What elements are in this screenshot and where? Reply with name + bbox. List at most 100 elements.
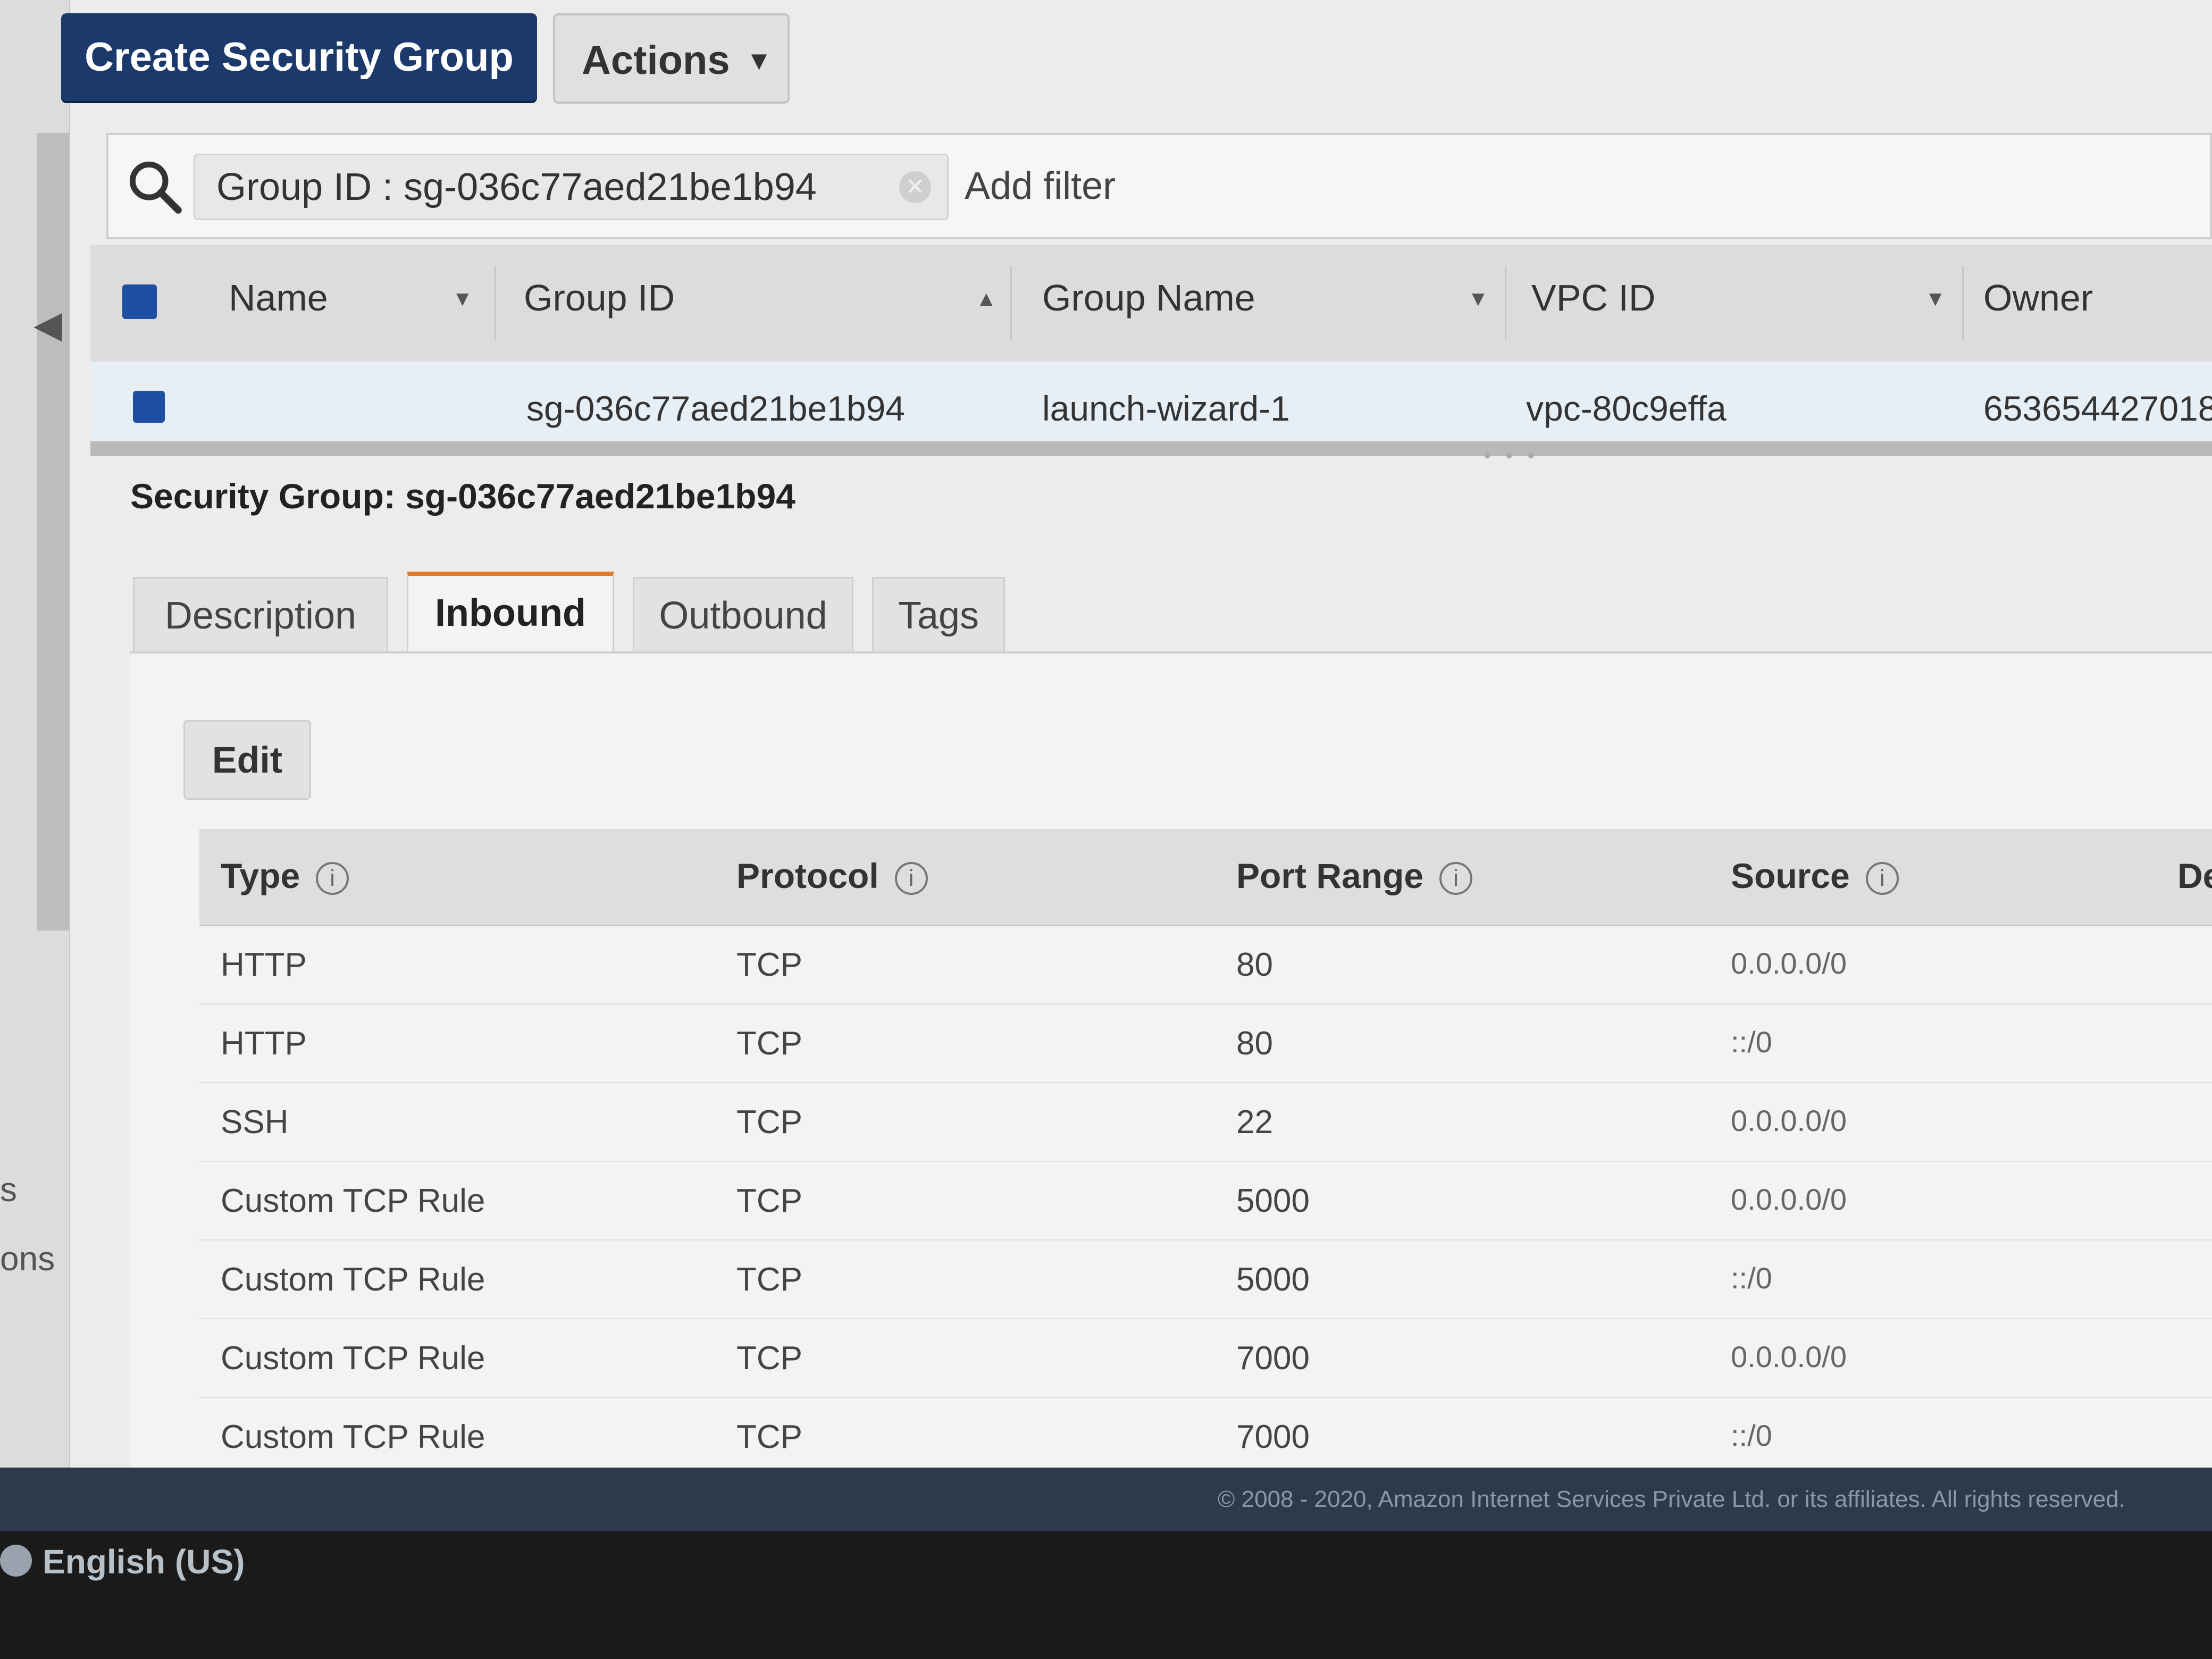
rule-port: 80 <box>1236 1025 1273 1062</box>
actions-dropdown-button[interactable]: Actions ▼ <box>553 13 790 104</box>
column-vpc-id[interactable]: VPC ID <box>1531 276 1655 319</box>
column-source: Source i <box>1731 856 1899 896</box>
column-source-label: Source <box>1731 856 1850 895</box>
rule-protocol: TCP <box>736 1261 802 1298</box>
rule-protocol: TCP <box>736 1183 802 1219</box>
rules-header: Typei Protocoli Port Rangei Sourcei De <box>199 829 2212 926</box>
column-type-label: Type <box>221 856 300 895</box>
tab-outbound[interactable]: Outbound <box>633 577 853 651</box>
rule-protocol: TCP <box>736 946 802 983</box>
rule-source: 0.0.0.0/0 <box>1731 1340 1847 1373</box>
sort-desc-icon[interactable]: ▼ <box>1925 287 1946 311</box>
rule-source: ::/0 <box>1731 1419 1772 1452</box>
table-row: Custom TCP Rule TCP 7000 ::/0 <box>199 1397 2212 1477</box>
rule-protocol: TCP <box>736 1419 802 1455</box>
sort-desc-icon[interactable]: ▼ <box>452 287 473 311</box>
language-selector[interactable]: English (US) <box>0 1531 585 1595</box>
rule-protocol: TCP <box>736 1340 802 1377</box>
rule-source: ::/0 <box>1731 1261 1772 1295</box>
copyright-text: © 2008 - 2020, Amazon Internet Services … <box>1218 1486 2125 1512</box>
rule-type: Custom TCP Rule <box>221 1419 485 1455</box>
pane-resize-handle[interactable]: • • • <box>1484 444 1539 468</box>
edit-button[interactable]: Edit <box>183 720 311 800</box>
actions-label: Actions <box>582 38 730 83</box>
info-icon[interactable]: i <box>1865 862 1899 895</box>
table-row: HTTP TCP 80 ::/0 <box>199 1003 2212 1083</box>
language-label: English (US) <box>43 1543 245 1581</box>
column-divider[interactable] <box>1505 266 1506 340</box>
security-groups-table: Name ▼ Group ID ▲ Group Name ▼ VPC ID ▼ … <box>90 245 2212 456</box>
left-nav: ◀ s ons <box>0 0 70 1531</box>
tab-inbound[interactable]: Inbound <box>407 572 614 657</box>
rule-source: 0.0.0.0/0 <box>1731 946 1847 980</box>
rule-port: 80 <box>1236 946 1273 983</box>
column-group-id[interactable]: Group ID <box>524 276 675 319</box>
column-port-range-label: Port Range <box>1236 856 1424 895</box>
table-row[interactable]: sg-036c77aed21be1b94 launch-wizard-1 vpc… <box>90 362 2212 456</box>
filter-token[interactable]: Group ID : sg-036c77aed21be1b94 ✕ <box>194 154 949 220</box>
cell-owner: 653654427018 <box>1983 389 2212 428</box>
filter-bar[interactable]: Group ID : sg-036c77aed21be1b94 ✕ Add fi… <box>106 133 2212 239</box>
column-divider[interactable] <box>1962 266 1964 340</box>
column-group-name[interactable]: Group Name <box>1042 276 1255 319</box>
sort-asc-icon[interactable]: ▲ <box>976 287 997 311</box>
rule-protocol: TCP <box>736 1025 802 1062</box>
rule-type: SSH <box>221 1104 289 1141</box>
tab-tags[interactable]: Tags <box>872 577 1005 651</box>
sort-desc-icon[interactable]: ▼ <box>1468 287 1489 311</box>
table-header: Name ▼ Group ID ▲ Group Name ▼ VPC ID ▼ … <box>90 245 2212 363</box>
rule-type: HTTP <box>221 1025 307 1062</box>
console-screen: ◀ s ons Create Security Group Actions ▼ G… <box>0 0 2212 1531</box>
create-security-group-button[interactable]: Create Security Group <box>61 13 537 101</box>
column-type: Type i <box>221 856 349 896</box>
cell-group-id: sg-036c77aed21be1b94 <box>526 389 905 428</box>
rule-type: Custom TCP Rule <box>221 1261 485 1298</box>
rule-port: 5000 <box>1236 1261 1310 1298</box>
info-icon[interactable]: i <box>894 862 928 895</box>
rule-port: 5000 <box>1236 1183 1310 1219</box>
rule-port: 7000 <box>1236 1419 1310 1455</box>
column-protocol-label: Protocol <box>736 856 879 895</box>
table-row: Custom TCP Rule TCP 5000 0.0.0.0/0 <box>199 1161 2212 1241</box>
rule-type: HTTP <box>221 946 307 983</box>
rule-port: 22 <box>1236 1104 1273 1141</box>
table-row: Custom TCP Rule TCP 5000 ::/0 <box>199 1239 2212 1319</box>
select-all-checkbox[interactable] <box>122 284 157 319</box>
column-name[interactable]: Name <box>229 276 328 319</box>
caret-down-icon: ▼ <box>745 46 773 76</box>
column-protocol: Protocol i <box>736 856 928 896</box>
footer: © 2008 - 2020, Amazon Internet Services … <box>0 1468 2212 1531</box>
nav-scrollbar[interactable] <box>37 133 69 931</box>
add-filter-input[interactable]: Add filter <box>965 164 1116 208</box>
rule-source: ::/0 <box>1731 1025 1772 1059</box>
globe-icon <box>0 1545 32 1577</box>
column-divider[interactable] <box>495 266 496 340</box>
info-icon[interactable]: i <box>316 862 349 895</box>
tab-description[interactable]: Description <box>133 577 388 651</box>
nav-item-partial[interactable]: ons <box>0 1239 55 1278</box>
table-row: HTTP TCP 80 0.0.0.0/0 <box>199 925 2212 1004</box>
rule-source: 0.0.0.0/0 <box>1731 1183 1847 1216</box>
column-divider[interactable] <box>1010 266 1012 340</box>
rule-protocol: TCP <box>736 1104 802 1141</box>
row-checkbox[interactable] <box>133 391 165 423</box>
cell-group-name: launch-wizard-1 <box>1042 389 1290 428</box>
table-row: SSH TCP 22 0.0.0.0/0 <box>199 1082 2212 1162</box>
table-row: Custom TCP Rule TCP 7000 0.0.0.0/0 <box>199 1318 2212 1398</box>
rule-source: 0.0.0.0/0 <box>1731 1104 1847 1137</box>
column-port-range: Port Range i <box>1236 856 1473 896</box>
rule-port: 7000 <box>1236 1340 1310 1377</box>
nav-item-partial[interactable]: s <box>0 1170 17 1209</box>
column-owner[interactable]: Owner <box>1983 276 2093 319</box>
collapse-left-icon[interactable]: ◀ <box>32 298 64 351</box>
rule-type: Custom TCP Rule <box>221 1340 485 1377</box>
rule-type: Custom TCP Rule <box>221 1183 485 1219</box>
filter-token-label: Group ID : sg-036c77aed21be1b94 <box>216 166 817 208</box>
info-icon[interactable]: i <box>1439 862 1473 895</box>
security-group-title: Security Group: sg-036c77aed21be1b94 <box>130 476 795 516</box>
search-icon <box>129 161 182 214</box>
cell-vpc-id: vpc-80c9effa <box>1526 389 1727 428</box>
inbound-panel: Edit Type i Protocol i Port Range i Source i… <box>130 653 2212 1483</box>
column-description-partial: De <box>2177 856 2212 895</box>
clear-filter-icon[interactable]: ✕ <box>899 171 931 203</box>
